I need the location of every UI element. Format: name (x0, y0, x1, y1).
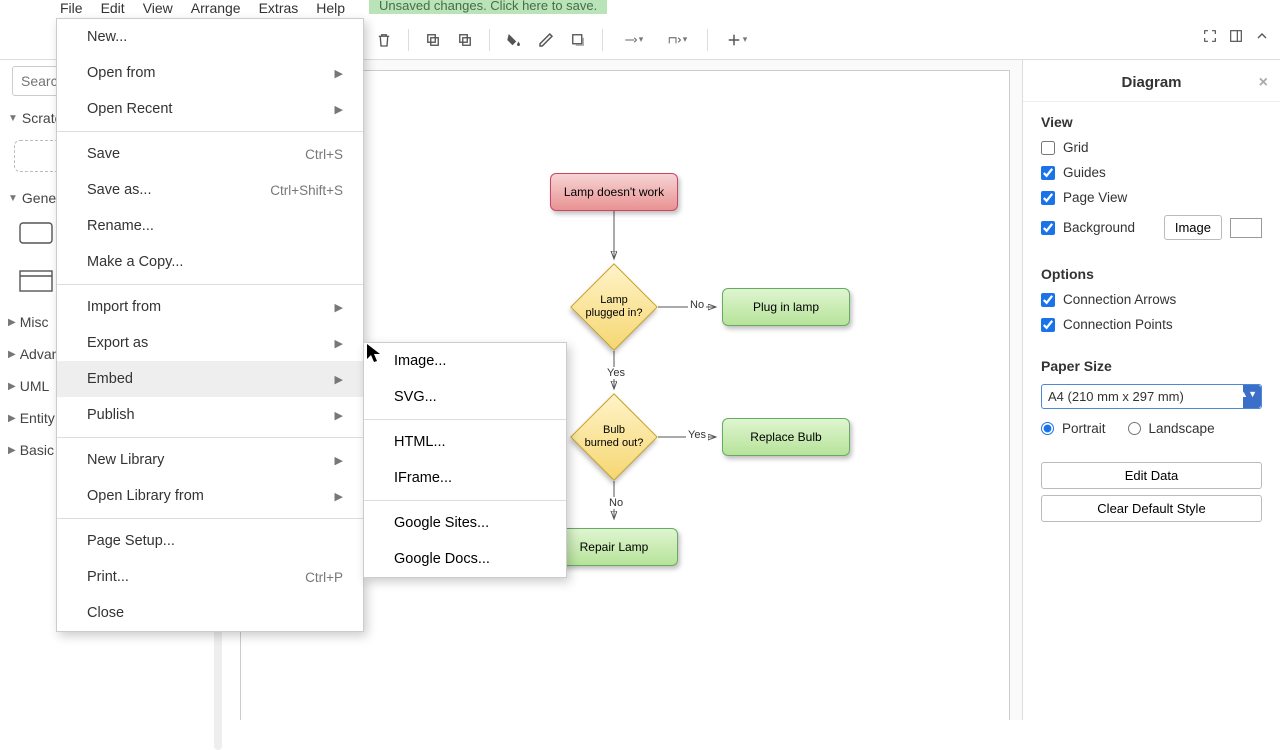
toolbar-separator (489, 29, 490, 51)
edge-label-no: No (607, 497, 625, 509)
menu-new-library[interactable]: New Library▶ (57, 442, 363, 478)
toolbar-separator (707, 29, 708, 51)
file-menu-dropdown: New... Open from▶ Open Recent▶ SaveCtrl+… (56, 18, 364, 632)
menu-import-from[interactable]: Import from▶ (57, 289, 363, 325)
menu-print[interactable]: Print...Ctrl+P (57, 559, 363, 595)
fill-icon[interactable] (500, 26, 528, 54)
menu-page-setup[interactable]: Page Setup... (57, 523, 363, 559)
flow-end[interactable]: Repair Lamp (550, 528, 678, 566)
to-back-icon[interactable] (451, 26, 479, 54)
shape-card[interactable] (18, 266, 54, 296)
edge-label-yes: Yes (605, 367, 627, 379)
embed-image[interactable]: Image... (364, 343, 566, 379)
shape-rect-rounded[interactable] (18, 218, 54, 248)
menu-arrange[interactable]: Arrange (191, 0, 241, 16)
embed-gsites[interactable]: Google Sites... (364, 505, 566, 541)
toolbar-separator (602, 29, 603, 51)
embed-submenu: Image... SVG... HTML... IFrame... Google… (363, 342, 567, 578)
flow-action-replace[interactable]: Replace Bulb (722, 418, 850, 456)
background-checkbox[interactable] (1041, 221, 1055, 235)
collapse-icon[interactable] (1254, 28, 1270, 49)
menu-save-as[interactable]: Save as...Ctrl+Shift+S (57, 172, 363, 208)
papersize-select[interactable]: A4 (210 mm x 297 mm)▲▼ (1041, 384, 1262, 409)
edge-label-no: No (688, 299, 706, 311)
delete-icon[interactable] (370, 26, 398, 54)
pageview-checkbox[interactable] (1041, 191, 1055, 205)
flow-decision-plugged[interactable]: Lamp plugged in? (570, 263, 658, 351)
unsaved-banner[interactable]: Unsaved changes. Click here to save. (369, 0, 607, 14)
waypoint-style-icon[interactable]: ▾ (657, 26, 697, 54)
flow-decision-bulb[interactable]: Bulb burned out? (570, 393, 658, 481)
papersize-heading: Paper Size (1041, 358, 1262, 374)
embed-html[interactable]: HTML... (364, 424, 566, 460)
menu-view[interactable]: View (143, 0, 173, 16)
landscape-radio[interactable] (1128, 422, 1141, 435)
to-front-icon[interactable] (419, 26, 447, 54)
edit-data-button[interactable]: Edit Data (1041, 462, 1262, 489)
menu-publish[interactable]: Publish▶ (57, 397, 363, 433)
view-heading: View (1041, 114, 1262, 130)
menu-extras[interactable]: Extras (259, 0, 299, 16)
menu-embed[interactable]: Embed▶ (57, 361, 363, 397)
panel-title: Diagram (1121, 74, 1181, 91)
close-icon[interactable]: × (1259, 74, 1268, 92)
menu-edit[interactable]: Edit (101, 0, 125, 16)
menu-rename[interactable]: Rename... (57, 208, 363, 244)
menu-file[interactable]: File (60, 0, 83, 16)
menu-close[interactable]: Close (57, 595, 363, 631)
menu-open-library[interactable]: Open Library from▶ (57, 478, 363, 514)
menu-make-copy[interactable]: Make a Copy... (57, 244, 363, 280)
embed-svg[interactable]: SVG... (364, 379, 566, 415)
options-heading: Options (1041, 266, 1262, 282)
toolbar-separator (408, 29, 409, 51)
shadow-icon[interactable] (564, 26, 592, 54)
add-icon[interactable]: ▾ (718, 26, 754, 54)
edge-label-yes: Yes (686, 429, 708, 441)
guides-checkbox[interactable] (1041, 166, 1055, 180)
flow-action-plugin[interactable]: Plug in lamp (722, 288, 850, 326)
portrait-radio[interactable] (1041, 422, 1054, 435)
grid-checkbox[interactable] (1041, 141, 1055, 155)
flow-start[interactable]: Lamp doesn't work (550, 173, 678, 211)
menu-new[interactable]: New... (57, 19, 363, 55)
conn-points-checkbox[interactable] (1041, 318, 1055, 332)
menu-save[interactable]: SaveCtrl+S (57, 136, 363, 172)
embed-gdocs[interactable]: Google Docs... (364, 541, 566, 577)
conn-arrows-checkbox[interactable] (1041, 293, 1055, 307)
bg-color-swatch[interactable] (1230, 218, 1262, 238)
mouse-cursor (367, 344, 383, 369)
menu-export-as[interactable]: Export as▶ (57, 325, 363, 361)
clear-style-button[interactable]: Clear Default Style (1041, 495, 1262, 522)
embed-iframe[interactable]: IFrame... (364, 460, 566, 496)
menu-open-recent[interactable]: Open Recent▶ (57, 91, 363, 127)
line-color-icon[interactable] (532, 26, 560, 54)
menu-open-from[interactable]: Open from▶ (57, 55, 363, 91)
bg-image-button[interactable]: Image (1164, 215, 1222, 240)
format-panel-icon[interactable] (1228, 28, 1244, 49)
menu-help[interactable]: Help (316, 0, 345, 16)
format-panel: Diagram× View Grid Guides Page View Back… (1022, 60, 1280, 720)
connection-style-icon[interactable]: ▾ (613, 26, 653, 54)
fullscreen-icon[interactable] (1202, 28, 1218, 49)
